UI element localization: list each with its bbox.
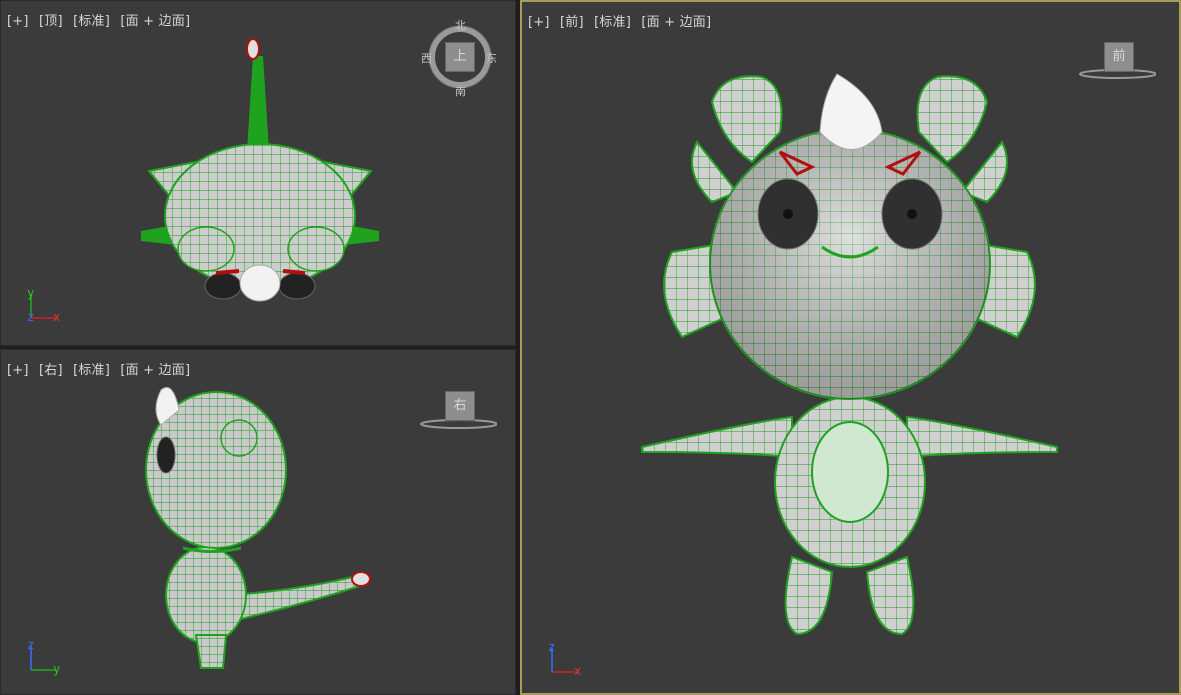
axis-z-label: z <box>27 638 35 652</box>
viewport-right[interactable]: [+] [右] [标准] [面 + 边面] 右 z y <box>0 349 516 695</box>
axis-y-label: y <box>53 662 61 676</box>
axis-z-label: z <box>548 640 556 654</box>
viewport-top[interactable]: [+] [顶] [标准] [面 + 边面] 上 北 南 东 西 y z x <box>0 0 516 346</box>
viewport-front[interactable]: [+] [前] [标准] [面 + 边面] 前 z x <box>520 0 1181 695</box>
axis-z-label: z <box>27 310 35 324</box>
axis-tripod-front: z x <box>544 640 584 680</box>
axis-y-label: y <box>27 286 35 300</box>
axis-tripod-top: y z x <box>23 286 63 326</box>
axis-x-label: x <box>53 310 61 324</box>
model-top-view[interactable] <box>1 1 516 346</box>
model-right-view[interactable] <box>1 350 516 695</box>
axis-tripod-right: z y <box>23 638 63 678</box>
model-front-view[interactable] <box>522 2 1179 693</box>
axis-x-label: x <box>574 664 582 678</box>
